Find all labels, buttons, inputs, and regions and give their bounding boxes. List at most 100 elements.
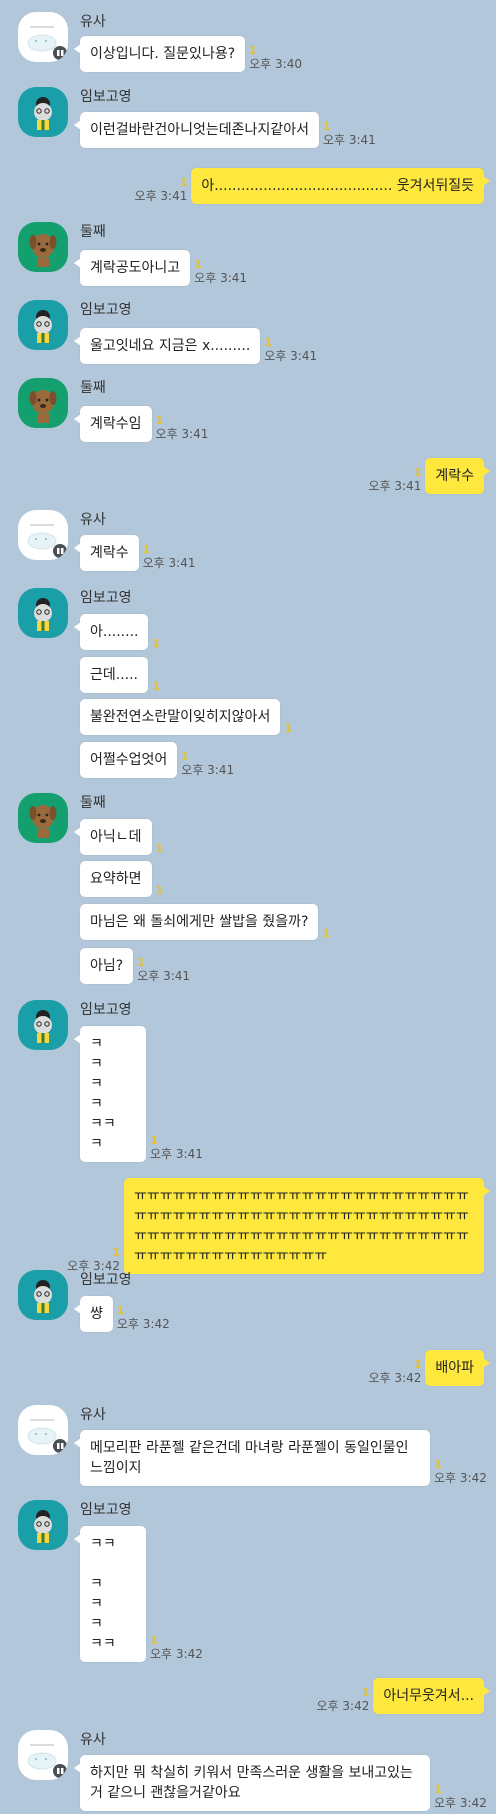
message-row: 썅 1 오후 3:42 [74,1296,174,1332]
avatar-cloud-icon[interactable] [18,1730,68,1780]
message-time: 오후 3:41 [322,133,376,147]
message-meta: 1 [156,885,164,897]
message-bubble[interactable]: 마님은 왜 돌쇠에게만 쌀밥을 줬을까? [80,904,319,940]
avatar-dog-icon[interactable] [18,378,68,428]
message-meta: 1 오후 3:42 [369,1359,422,1386]
message-meta: 1 오후 3:41 [194,259,247,286]
chat-room[interactable]: 유사 이상입니다. 질문있나용? 1 오후 3:40 임보고영 이런걸바란건아니엇는데존나… [0,0,496,1814]
message-row: 1 오후 3:41 아...............................… [131,168,490,204]
message-time: 오후 3:41 [368,479,422,493]
message-time: 오후 3:42 [150,1647,203,1661]
sender-name: 임보고영 [80,1002,132,1018]
avatar-cloud-icon[interactable] [18,510,68,560]
message-bubble[interactable]: 근데..... [80,657,149,693]
message-time: 오후 3:42 [434,1796,487,1810]
avatar-character-icon[interactable] [18,87,68,137]
message-meta: 1 [322,928,330,940]
message-bubble[interactable]: 계락수임 [74,406,152,442]
message-meta: 1 오후 3:42 [317,1687,370,1714]
message-bubble[interactable]: 이런걸바란건아니엇는데존나지같아서 [74,112,319,148]
message-bubble[interactable]: ㅋㅋ ㅋ ㅋ ㅋ ㅋㅋ [74,1526,146,1662]
message-time: 오후 3:40 [249,57,302,71]
message-bubble[interactable]: 계락수 [425,458,490,494]
message-row: 계락수 1 오후 3:41 [74,535,199,571]
message-time: 오후 3:41 [134,189,188,203]
message-time: 오후 3:42 [316,1699,370,1713]
message-bubble[interactable]: 계락수 [74,535,139,571]
message-bubble[interactable]: 이상입니다. 질문있나용? [73,36,246,72]
message-meta: 1 오후 3:42 [150,1635,203,1662]
unread-count: 1 [155,414,164,427]
sender-name: 임보고영 [80,1502,132,1518]
avatar-character-icon[interactable] [18,1270,68,1320]
message-bubble[interactable]: ㅋ ㅋ ㅋ ㅋ ㅋㅋ ㅋ [74,1026,146,1162]
avatar-character-icon[interactable] [18,588,68,638]
unread-count: 1 [194,258,202,271]
message-row: 아닉ㄴ데 1 [74,819,167,855]
avatar-character-icon[interactable] [18,300,68,350]
sender-name: 유사 [80,14,106,30]
message-bubble[interactable]: 아........ [73,614,149,650]
message-bubble[interactable]: 아.......................................… [191,168,490,204]
message-bubble[interactable]: 썅 [74,1296,113,1332]
unread-count: 1 [434,1783,442,1796]
message-time: 오후 3:42 [116,1317,170,1331]
avatar-dog-icon[interactable] [18,793,68,843]
message-meta: 1 오후 3:41 [264,337,317,364]
message-row: 1 오후 3:42 ㅠㅠㅠㅠㅠㅠㅠㅠㅠㅠㅠㅠㅠㅠㅠㅠㅠㅠㅠㅠㅠㅠㅠㅠㅠㅠㅠㅠㅠㅠㅠㅠ… [63,1178,490,1274]
message-time: 오후 3:41 [194,271,248,285]
message-row: 근데..... 1 [80,657,164,693]
message-meta: 1 오후 3:40 [249,45,302,72]
message-row: 1 오후 3:42 배아파 [365,1350,490,1386]
sender-name: 임보고영 [80,89,132,105]
avatar-dog-icon[interactable] [18,222,68,272]
message-bubble[interactable]: 아님? [80,948,134,984]
unread-count: 1 [322,120,331,133]
message-bubble[interactable]: 아너무웃겨서... [373,1678,490,1714]
message-row: 울고잇네요 지금은 x......... 1 오후 3:41 [73,328,321,364]
avatar-cloud-icon[interactable] [18,12,68,62]
message-time: 오후 3:41 [264,349,318,363]
message-meta: 1 [152,638,160,650]
message-row: 이상입니다. 질문있나용? 1 오후 3:40 [73,36,306,72]
message-bubble[interactable]: 울고잇네요 지금은 x......... [73,328,261,364]
message-meta: 1 오후 3:41 [150,1135,203,1162]
message-meta: 1 [284,723,292,735]
message-meta: 1 오후 3:42 [117,1305,170,1332]
unread-count: 1 [150,1134,158,1147]
unread-count: 1 [150,1634,158,1647]
message-row: 불완전연소란말이잊히지않아서 1 [80,699,296,735]
avatar-cloud-icon[interactable] [18,1405,68,1455]
sender-name: 둘째 [80,224,106,240]
message-meta: 1 오후 3:41 [369,467,422,494]
message-bubble[interactable]: ㅠㅠㅠㅠㅠㅠㅠㅠㅠㅠㅠㅠㅠㅠㅠㅠㅠㅠㅠㅠㅠㅠㅠㅠㅠㅠㅠㅠㅠㅠㅠㅠㅠㅠㅠㅠㅠㅠㅠㅠ… [124,1178,490,1274]
message-time: 오후 3:41 [181,763,235,777]
message-meta: 1 오후 3:41 [323,121,376,148]
avatar-character-icon[interactable] [18,1000,68,1050]
message-bubble[interactable]: 불완전연소란말이잊히지않아서 [80,699,281,735]
message-row: 하지만 뭐 착실히 키워서 만족스러운 생활을 보내고있는거 같으니 괜찮을거같… [74,1755,491,1811]
sender-name: 임보고영 [80,1272,132,1288]
sender-name: 유사 [80,1732,106,1748]
message-bubble[interactable]: 계락공도아니고 [73,250,191,286]
message-row: ㅋㅋ ㅋ ㅋ ㅋ ㅋㅋ 1 오후 3:42 [74,1526,207,1662]
message-bubble[interactable]: 어쩔수업엇어 [80,742,178,778]
unread-count: 1 [152,637,161,650]
unread-count: 1 [152,680,160,693]
message-bubble[interactable]: 요약하면 [80,861,152,897]
message-meta: 1 오후 3:41 [181,751,234,778]
unread-count: 1 [112,1246,120,1259]
message-bubble[interactable]: 배아파 [425,1350,490,1386]
message-bubble[interactable]: 아닉ㄴ데 [74,819,152,855]
message-time: 오후 3:41 [155,427,209,441]
avatar-character-icon[interactable] [18,1500,68,1550]
message-row: 1 오후 3:42 아너무웃겨서... [313,1678,490,1714]
sender-name: 유사 [80,512,106,528]
sender-name: 둘째 [80,380,106,396]
unread-count: 1 [155,884,164,897]
unread-count: 1 [179,176,188,189]
message-meta: 1 오후 3:42 [434,1459,487,1486]
message-bubble[interactable]: 메모리판 라푼젤 같은건데 마녀랑 라푼젤이 동일인물인 느낌이지 [74,1430,430,1486]
message-bubble[interactable]: 하지만 뭐 착실히 키워서 만족스러운 생활을 보내고있는거 같으니 괜찮을거같… [74,1755,430,1811]
message-row: ㅋ ㅋ ㅋ ㅋ ㅋㅋ ㅋ 1 오후 3:41 [74,1026,207,1162]
